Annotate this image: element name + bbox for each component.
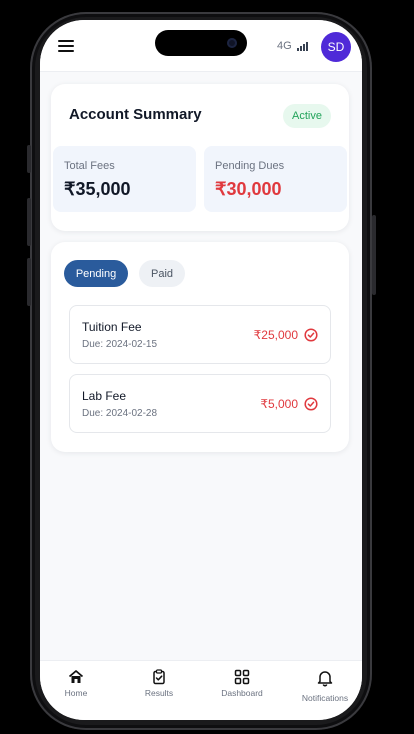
network-label: 4G (277, 40, 292, 52)
check-circle-icon[interactable] (304, 397, 318, 411)
status-badge: Active (283, 104, 331, 128)
fee-amount: ₹5,000 (260, 397, 298, 411)
pending-dues-value: ₹30,000 (215, 179, 282, 199)
nav-notifications-label: Notifications (301, 693, 349, 703)
volume-up-button (27, 198, 31, 246)
volume-down-button (27, 258, 31, 306)
silent-switch (27, 145, 31, 173)
pending-dues-box: Pending Dues ₹30,000 (204, 146, 347, 212)
nav-notifications[interactable]: Notifications (290, 669, 360, 703)
bottom-nav: Home Results Dashboard Notifications (40, 660, 362, 720)
clipboard-check-icon (153, 669, 165, 685)
nav-home[interactable]: Home (41, 669, 111, 698)
app-screen: 4G SD Account Summary Active Total Fees … (40, 20, 362, 720)
tab-pending[interactable]: Pending (64, 260, 128, 287)
pending-dues-label: Pending Dues (215, 160, 285, 172)
avatar[interactable]: SD (321, 32, 351, 62)
bell-icon (317, 671, 333, 687)
account-summary-card: Account Summary Active Total Fees ₹35,00… (51, 84, 349, 231)
nav-home-label: Home (64, 688, 88, 698)
total-fees-label: Total Fees (64, 160, 115, 172)
fee-due-date: Due: 2024-02-28 (82, 408, 158, 419)
total-fees-value: ₹35,000 (64, 179, 131, 199)
fee-name: Tuition Fee (82, 320, 142, 334)
fee-amount: ₹25,000 (253, 328, 298, 342)
power-button (372, 215, 376, 295)
fees-card: Pending Paid Tuition Fee Due: 2024-02-15… (51, 242, 349, 452)
fee-due-date: Due: 2024-02-15 (82, 339, 158, 350)
menu-icon[interactable] (58, 40, 74, 52)
total-fees-box: Total Fees ₹35,000 (53, 146, 196, 212)
nav-results-label: Results (144, 688, 174, 698)
home-icon (68, 670, 84, 683)
tab-paid[interactable]: Paid (139, 260, 185, 287)
nav-dashboard-label: Dashboard (221, 688, 263, 698)
dynamic-island (155, 30, 247, 56)
camera-icon (227, 38, 237, 48)
fee-item-tuition[interactable]: Tuition Fee Due: 2024-02-15 ₹25,000 (69, 305, 331, 364)
check-circle-icon[interactable] (304, 328, 318, 342)
account-summary-title: Account Summary (69, 106, 202, 123)
signal-icon (297, 41, 309, 51)
grid-icon (234, 669, 250, 685)
fee-item-lab[interactable]: Lab Fee Due: 2024-02-28 ₹5,000 (69, 374, 331, 433)
nav-results[interactable]: Results (124, 669, 194, 698)
fee-name: Lab Fee (82, 389, 127, 403)
nav-dashboard[interactable]: Dashboard (207, 669, 277, 698)
